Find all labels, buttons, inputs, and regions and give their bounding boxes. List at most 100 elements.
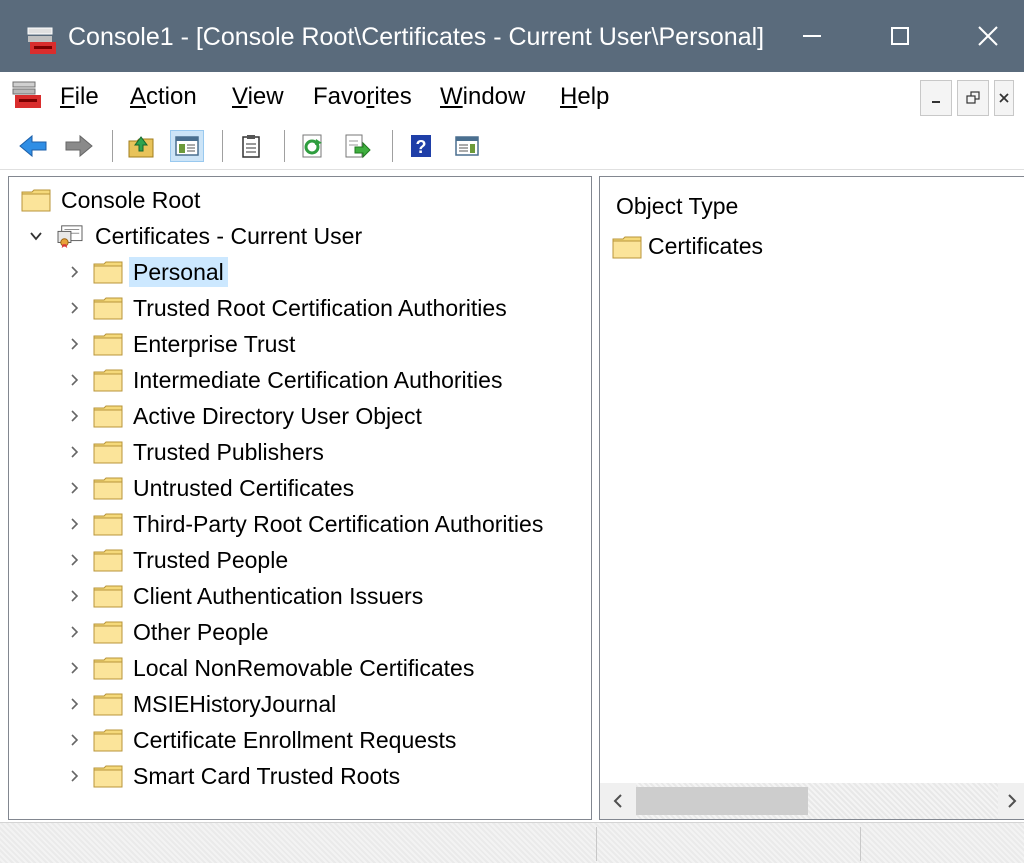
- tree-node-store[interactable]: Certificate Enrollment Requests: [63, 723, 460, 757]
- chevron-left-icon: [613, 794, 622, 808]
- export-list-button[interactable]: [340, 130, 374, 162]
- up-one-level-icon: [128, 136, 154, 158]
- tree-node-certificates-current-user[interactable]: Certificates - Current User: [25, 219, 366, 253]
- close-icon: [999, 93, 1009, 103]
- menu-favorites[interactable]: Favorites: [313, 82, 412, 112]
- menu-window[interactable]: Window: [440, 82, 525, 112]
- chevron-right-icon: [1007, 794, 1016, 808]
- show-hide-console-tree-button[interactable]: [170, 130, 204, 162]
- back-arrow-icon: [19, 134, 47, 158]
- chevron-right-icon[interactable]: [63, 765, 85, 787]
- tree-node-label: Personal: [129, 257, 228, 287]
- tree-node-label: MSIEHistoryJournal: [133, 691, 337, 717]
- folder-icon: [93, 693, 123, 716]
- tree-node-label: Local NonRemovable Certificates: [133, 655, 475, 681]
- up-one-level-button[interactable]: [124, 130, 158, 162]
- child-close-button[interactable]: [994, 80, 1014, 116]
- mmc-document-icon[interactable]: [12, 80, 42, 110]
- tree-node-store[interactable]: Intermediate Certification Authorities: [63, 363, 506, 397]
- tree-node-store[interactable]: MSIEHistoryJournal: [63, 687, 340, 721]
- list-item-label: Certificates: [648, 233, 764, 259]
- menu-view[interactable]: View: [232, 82, 284, 112]
- console-tree-pane[interactable]: Console Root Certificates - Current User…: [8, 176, 592, 820]
- svg-text:?: ?: [416, 137, 427, 157]
- tree-node-label: Other People: [133, 619, 269, 645]
- chevron-right-icon[interactable]: [63, 441, 85, 463]
- tree-node-store[interactable]: Client Authentication Issuers: [63, 579, 427, 613]
- menu-bar: File Action View Favorites Window Help: [0, 72, 1024, 122]
- child-restore-button[interactable]: [957, 80, 989, 116]
- horizontal-scrollbar[interactable]: [600, 783, 1024, 819]
- minimize-icon: [803, 35, 821, 37]
- chevron-right-icon[interactable]: [63, 657, 85, 679]
- window-title: Console1 - [Console Root\Certificates - …: [68, 23, 765, 51]
- tree-node-store[interactable]: Personal: [63, 255, 228, 289]
- help-button[interactable]: ?: [404, 130, 438, 162]
- folder-icon: [21, 189, 51, 212]
- maximize-button[interactable]: [870, 10, 930, 62]
- chevron-right-icon[interactable]: [63, 405, 85, 427]
- refresh-button[interactable]: [296, 130, 330, 162]
- chevron-right-icon[interactable]: [63, 729, 85, 751]
- menu-file[interactable]: File: [60, 82, 99, 112]
- status-separator: [860, 827, 861, 861]
- toolbar: ?: [0, 122, 1024, 170]
- chevron-right-icon[interactable]: [63, 513, 85, 535]
- tree-node-store[interactable]: Trusted People: [63, 543, 292, 577]
- scroll-left-button[interactable]: [600, 783, 636, 819]
- forward-arrow-icon: [65, 134, 93, 158]
- maximize-icon: [891, 27, 909, 45]
- child-minimize-button[interactable]: [920, 80, 952, 116]
- scrollbar-thumb[interactable]: [636, 787, 808, 815]
- status-separator: [596, 827, 597, 861]
- tree-node-store[interactable]: Third-Party Root Certification Authoriti…: [63, 507, 547, 541]
- export-list-icon: [345, 134, 371, 159]
- tree-node-label: Active Directory User Object: [133, 403, 422, 429]
- chevron-right-icon[interactable]: [63, 693, 85, 715]
- chevron-down-icon[interactable]: [25, 225, 47, 247]
- chevron-right-icon[interactable]: [63, 333, 85, 355]
- properties-button[interactable]: [234, 130, 268, 162]
- tree-node-label: Untrusted Certificates: [133, 475, 355, 501]
- tree-node-store[interactable]: Active Directory User Object: [63, 399, 426, 433]
- forward-button[interactable]: [62, 130, 96, 162]
- menu-action[interactable]: Action: [130, 82, 197, 112]
- minimize-button[interactable]: [782, 10, 842, 62]
- tree-node-console-root[interactable]: Console Root: [21, 183, 204, 217]
- tree-node-label: Enterprise Trust: [133, 331, 296, 357]
- folder-icon: [93, 585, 123, 608]
- tree-node-label: Console Root: [61, 187, 201, 213]
- chevron-right-icon[interactable]: [63, 585, 85, 607]
- chevron-right-icon[interactable]: [63, 477, 85, 499]
- column-header-object-type[interactable]: Object Type: [616, 191, 738, 221]
- scroll-right-button[interactable]: [998, 783, 1024, 819]
- certificate-snapin-icon: [57, 225, 83, 248]
- back-button[interactable]: [16, 130, 50, 162]
- tree-node-label: Third-Party Root Certification Authoriti…: [133, 511, 544, 537]
- chevron-right-icon[interactable]: [63, 261, 85, 283]
- tree-node-store[interactable]: Enterprise Trust: [63, 327, 299, 361]
- chevron-right-icon[interactable]: [63, 621, 85, 643]
- chevron-right-icon[interactable]: [63, 297, 85, 319]
- tree-node-store[interactable]: Untrusted Certificates: [63, 471, 358, 505]
- tree-node-store[interactable]: Trusted Root Certification Authorities: [63, 291, 511, 325]
- tree-node-label: Trusted People: [133, 547, 289, 573]
- list-item-certificates[interactable]: Certificates: [612, 233, 763, 260]
- details-pane[interactable]: Object Type Certificates: [599, 176, 1024, 820]
- show-hide-action-pane-button[interactable]: [450, 130, 484, 162]
- chevron-right-icon[interactable]: [63, 369, 85, 391]
- chevron-right-icon[interactable]: [63, 549, 85, 571]
- tree-node-store[interactable]: Other People: [63, 615, 273, 649]
- tree-node-store[interactable]: Local NonRemovable Certificates: [63, 651, 478, 685]
- folder-icon: [93, 405, 123, 428]
- folder-icon: [93, 333, 123, 356]
- toolbar-separator: [284, 130, 285, 162]
- menu-help[interactable]: Help: [560, 82, 609, 112]
- tree-node-store[interactable]: Trusted Publishers: [63, 435, 328, 469]
- tree-node-store[interactable]: Smart Card Trusted Roots: [63, 759, 404, 793]
- tree-node-label: Intermediate Certification Authorities: [133, 367, 503, 393]
- folder-icon: [612, 236, 642, 258]
- folder-icon: [93, 729, 123, 752]
- close-button[interactable]: [958, 10, 1018, 62]
- folder-icon: [93, 549, 123, 572]
